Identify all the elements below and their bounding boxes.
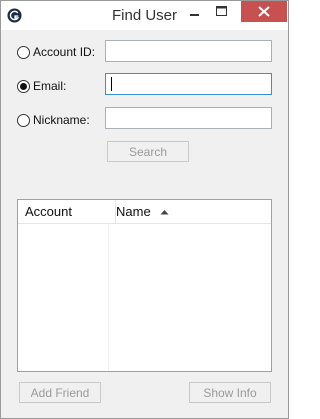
find-user-dialog: Find User Account ID: Email: Nickname: S… [0,0,289,419]
column-header-account-label: Account [25,204,72,219]
text-caret [111,77,112,91]
sort-ascending-icon [160,209,169,214]
close-button[interactable] [241,1,287,22]
search-button[interactable]: Search [107,141,189,162]
close-icon [258,6,270,17]
nickname-label: Nickname: [33,113,90,127]
results-list[interactable]: Account Name [17,199,272,372]
email-field[interactable] [105,73,272,95]
account-id-radio-option[interactable]: Account ID: [17,43,95,61]
minimize-icon [190,14,199,16]
title-bar: Find User [1,1,288,30]
column-divider [108,224,109,371]
nickname-radio-option[interactable]: Nickname: [17,111,90,129]
column-header-name[interactable]: Name [109,200,278,223]
column-header-name-label: Name [116,204,151,219]
maximize-icon [216,6,227,16]
minimize-button[interactable] [181,1,208,22]
email-radio[interactable] [17,79,30,93]
nickname-radio[interactable] [17,113,30,127]
results-list-header: Account Name [18,200,271,224]
column-header-account[interactable]: Account [18,200,116,223]
account-id-label: Account ID: [33,45,96,59]
add-friend-button[interactable]: Add Friend [19,382,101,403]
account-id-radio[interactable] [17,45,30,59]
account-id-field[interactable] [105,40,272,62]
nickname-field[interactable] [105,107,272,129]
email-radio-option[interactable]: Email: [17,77,66,95]
show-info-button[interactable]: Show Info [189,382,271,403]
maximize-button[interactable] [208,1,235,22]
email-label: Email: [33,79,67,93]
